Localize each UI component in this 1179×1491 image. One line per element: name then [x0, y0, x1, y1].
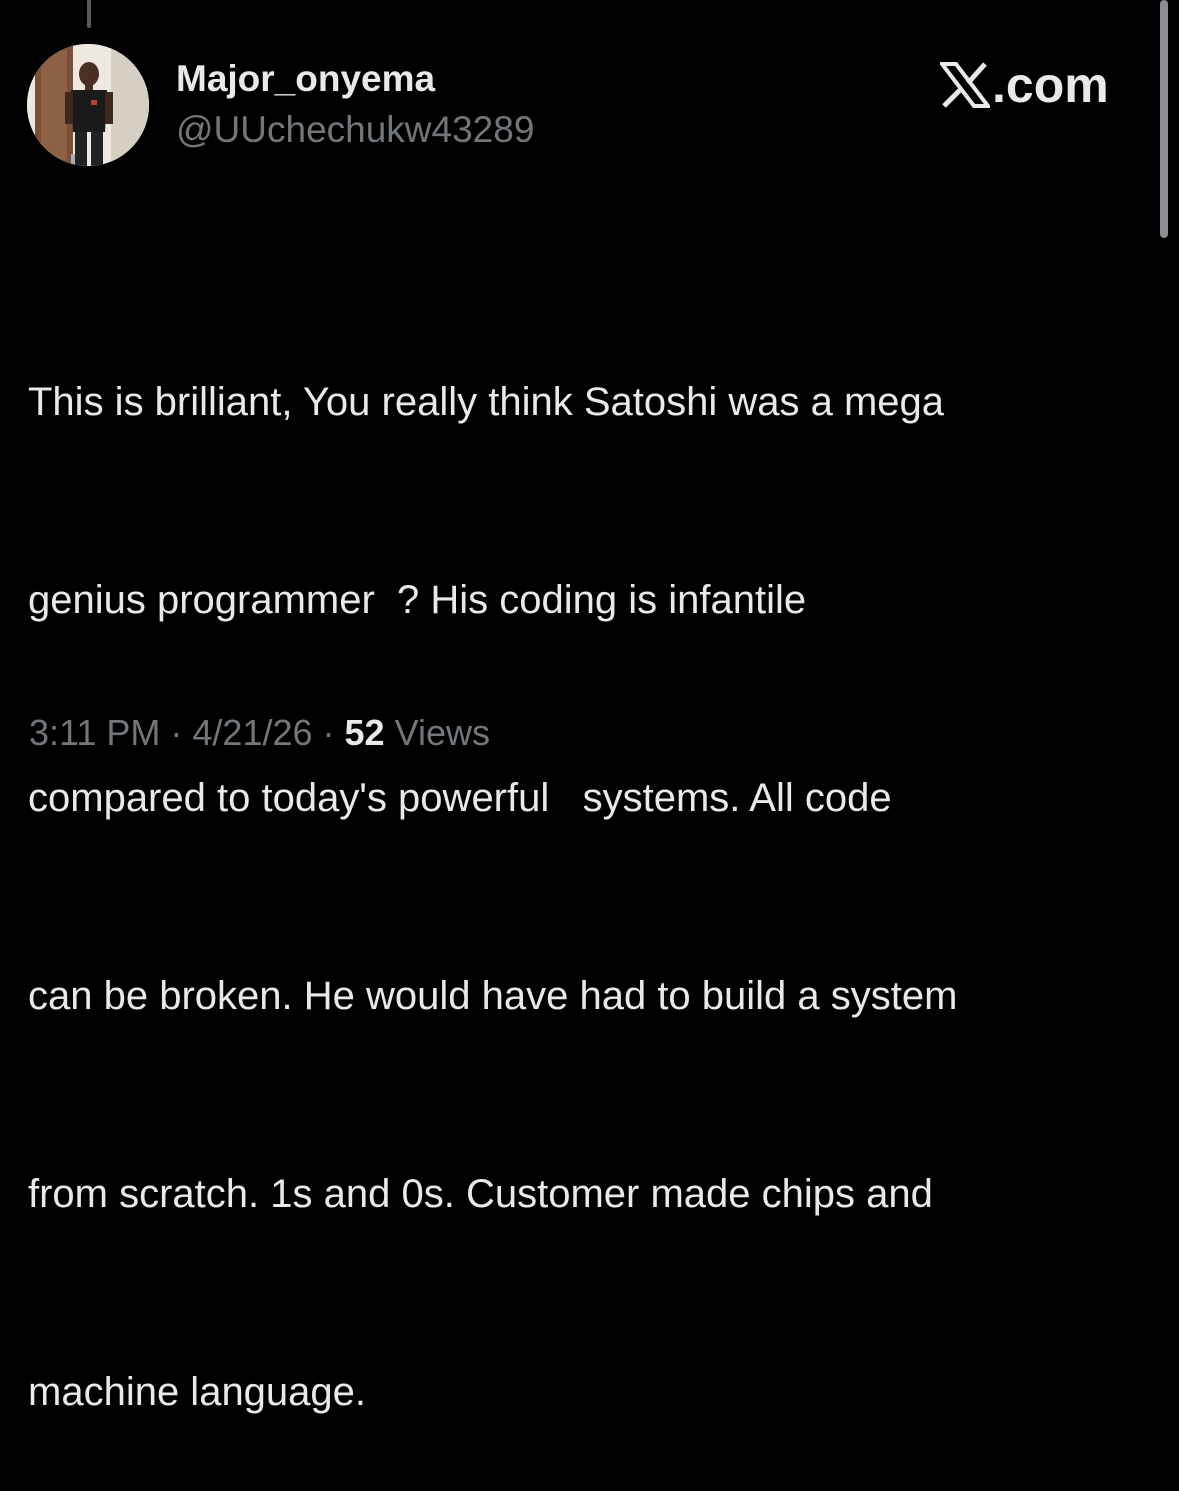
x-logo-icon: [940, 62, 990, 108]
author-display-name[interactable]: Major_onyema: [176, 60, 435, 97]
tweet-metadata: 3:11 PM · 4/21/26 · 52 Views: [29, 711, 490, 755]
tweet-line: can be broken. He would have had to buil…: [28, 974, 958, 1018]
brand-watermark: .com: [940, 60, 1109, 110]
views-count[interactable]: 52: [345, 712, 385, 753]
avatar-photo: [27, 44, 149, 166]
tweet-line: machine language.: [28, 1370, 367, 1414]
tweet-line: This is brilliant, You really think Sato…: [28, 380, 945, 424]
tweet-time[interactable]: 3:11 PM: [29, 712, 160, 753]
brand-text: .com: [992, 57, 1109, 113]
tweet-line: from scratch. 1s and 0s. Customer made c…: [28, 1172, 933, 1216]
views-label[interactable]: Views: [385, 712, 490, 753]
meta-separator: ·: [160, 712, 193, 753]
tweet-body: This is brilliant, You really think Sato…: [28, 237, 1153, 1491]
tweet-line: compared to today's powerful systems. Al…: [28, 776, 892, 820]
author-handle[interactable]: @UUchechukw43289: [176, 111, 534, 148]
scrollbar[interactable]: [1160, 0, 1168, 238]
tweet-line: genius programmer ? His coding is infant…: [28, 578, 807, 622]
tweet-date[interactable]: 4/21/26: [192, 712, 312, 753]
meta-separator: ·: [312, 712, 345, 753]
avatar[interactable]: [27, 44, 149, 166]
thread-connector-line: [87, 0, 91, 28]
